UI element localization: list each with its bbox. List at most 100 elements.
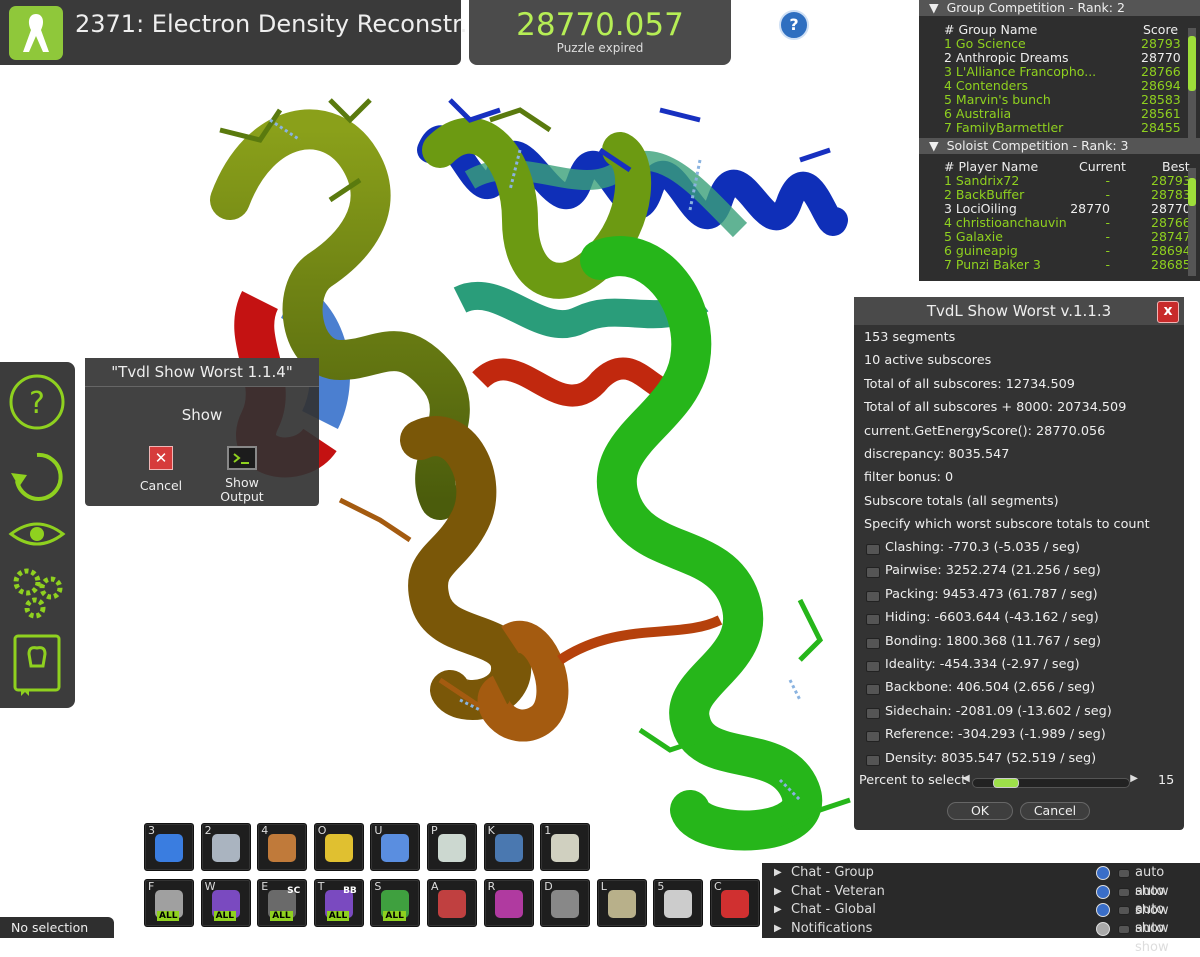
player-row[interactable]: 4 christioanchauvin - 28766 <box>919 216 1200 230</box>
tool-button-move[interactable]: 3 <box>144 823 194 871</box>
score-value: 28770.057 <box>516 7 684 43</box>
close-button[interactable]: x <box>1157 301 1179 323</box>
script-run-dialog: "Tvdl Show Worst 1.1.4" Show ✕ Cancel Sh… <box>85 358 319 506</box>
group-row[interactable]: 4 Contenders 28694 <box>919 79 1200 93</box>
tool-button-crop[interactable]: U <box>370 823 421 871</box>
tool-button-helmet[interactable]: O <box>313 823 364 871</box>
info-icon[interactable] <box>1096 903 1110 918</box>
chat-channel-row[interactable]: ▶ Chat - Global auto show <box>762 900 1200 936</box>
tools-icon <box>211 834 240 862</box>
tool-button-remove-band[interactable]: R <box>483 879 534 927</box>
terminal-icon <box>227 446 257 470</box>
player-current: - <box>1105 173 1110 188</box>
subscore-checkbox[interactable] <box>866 684 880 696</box>
freeze-all-icon: ALL <box>155 890 183 921</box>
tool-button-shake-all[interactable]: S ALL <box>370 879 421 927</box>
ok-button[interactable]: OK <box>947 802 1013 820</box>
tool-button-wiggle-all[interactable]: W ALL <box>200 879 251 927</box>
group-competition-header[interactable]: ▼ Group Competition - Rank: 2 <box>919 0 1200 16</box>
group-score: 28766 <box>1141 64 1181 79</box>
crop-icon <box>381 834 410 862</box>
group-row[interactable]: 2 Anthropic Dreams 28770 <box>919 51 1200 65</box>
chat-channel-label: Chat - Veteran <box>791 883 885 899</box>
slider-left-arrow-icon[interactable]: ◀ <box>962 773 970 784</box>
player-row[interactable]: 7 Punzi Baker 3 - 28685 <box>919 258 1200 272</box>
player-row[interactable]: 3 LociOiling 28770 28770 <box>919 202 1200 216</box>
auto-show-checkbox[interactable] <box>1118 925 1130 935</box>
group-name: 7 FamilyBarmettler <box>944 120 1064 135</box>
tool-button-mutate[interactable]: 4 <box>257 823 308 871</box>
subscore-checkbox[interactable] <box>866 590 880 602</box>
info-icon[interactable] <box>1096 884 1110 899</box>
help-circle-icon[interactable]: ? <box>7 372 67 432</box>
subscore-label: Backbone: 406.504 (2.656 / seg) <box>885 680 1096 696</box>
help-icon[interactable]: ? <box>779 10 809 40</box>
group-row[interactable]: 5 Marvin's bunch 28583 <box>919 93 1200 107</box>
subscore-checkbox[interactable] <box>866 544 880 555</box>
subscore-checkbox[interactable] <box>866 614 880 626</box>
info-icon[interactable] <box>1096 866 1110 880</box>
tool-button-rebuild[interactable]: A <box>427 879 477 927</box>
group-score: 28793 <box>1141 36 1181 51</box>
all-badge: ALL <box>383 911 406 921</box>
subscore-checkbox[interactable] <box>866 567 880 579</box>
auto-show-checkbox[interactable] <box>1118 887 1130 897</box>
cancel-dialog-button[interactable]: Cancel <box>1020 802 1090 820</box>
subscore-label: Ideality: -454.334 (-2.97 / seg) <box>885 657 1080 672</box>
player-row[interactable]: 5 Galaxie - 28747 <box>919 230 1200 244</box>
slider-knob[interactable] <box>993 778 1020 788</box>
bell-icon[interactable] <box>1096 922 1110 937</box>
tool-button-notepad[interactable]: 1 <box>540 823 591 871</box>
ribbon-icon[interactable] <box>9 6 63 60</box>
hotkey-label: A <box>431 880 439 893</box>
group-row[interactable]: 1 Go Science 28793 <box>919 37 1200 51</box>
subscore-checkbox[interactable] <box>866 707 880 719</box>
settings-gears-icon[interactable] <box>7 562 67 622</box>
tool-button-globe[interactable]: K <box>483 823 534 871</box>
hotkey-label: C <box>714 880 722 893</box>
info-line: filter bonus: 0 <box>864 470 954 486</box>
cookbook-icon[interactable] <box>7 632 67 696</box>
chat-panel: ▶ Chat - Group auto show ▶ Chat - Veteran aut… <box>762 863 1200 955</box>
slider-right-arrow-icon[interactable]: ▶ <box>1130 773 1138 784</box>
subscore-label: Pairwise: 3252.274 (21.256 / seg) <box>885 563 1101 579</box>
show-output-button[interactable]: Show Output <box>216 446 268 504</box>
group-row[interactable]: 6 Australia 28561 <box>919 107 1200 121</box>
subscore-checkbox[interactable] <box>866 637 880 649</box>
view-eye-icon[interactable] <box>7 512 67 556</box>
group-scrollbar[interactable] <box>1188 28 1196 138</box>
player-current: - <box>1105 229 1110 244</box>
tool-button-density[interactable]: L <box>596 879 647 927</box>
player-best: 28685 <box>1151 257 1191 272</box>
tool-button-lighthouse[interactable]: 5 <box>653 879 704 927</box>
group-row[interactable]: 7 FamilyBarmettler 28455 <box>919 121 1200 135</box>
chat-channel-row[interactable]: ▶ Notifications auto show <box>762 919 1200 955</box>
chat-channel-row[interactable]: ▶ Chat - Group auto show <box>762 863 1200 899</box>
player-row[interactable]: 1 Sandrix72 - 28793 <box>919 174 1200 188</box>
tool-button-wiggle-bb[interactable]: T BB ALL <box>313 879 364 927</box>
chat-channel-row[interactable]: ▶ Chat - Veteran auto show <box>762 882 1200 918</box>
subscore-checkbox[interactable] <box>866 661 880 672</box>
percent-slider[interactable]: ◀ ▶ <box>962 773 1138 788</box>
subscore-checkbox[interactable] <box>866 754 880 766</box>
group-name: 2 Anthropic Dreams <box>944 50 1069 65</box>
player-current: - <box>1105 243 1110 258</box>
tool-button-tools[interactable]: 2 <box>200 823 251 871</box>
tool-button-freeze-all[interactable]: F ALL <box>144 879 194 927</box>
tool-button-microphone[interactable]: D <box>540 879 591 927</box>
cancel-button[interactable]: ✕ Cancel <box>137 446 185 493</box>
soloist-competition-header[interactable]: ▼ Soloist Competition - Rank: 3 <box>919 138 1200 154</box>
tool-button-scissors[interactable]: C <box>710 879 760 927</box>
player-row[interactable]: 2 BackBuffer - 28783 <box>919 188 1200 202</box>
player-best: 28694 <box>1151 243 1191 258</box>
subscore-checkbox[interactable] <box>866 731 880 743</box>
tool-button-shake-sc[interactable]: E SC ALL <box>257 879 308 927</box>
solo-scrollbar[interactable] <box>1188 168 1196 276</box>
group-row[interactable]: 3 L'Alliance Francopho... 28766 <box>919 65 1200 79</box>
player-row[interactable]: 6 guineapig - 28694 <box>919 244 1200 258</box>
show-worst-title: TvdL Show Worst v.1.1.3 <box>854 297 1184 325</box>
auto-show-checkbox[interactable] <box>1118 869 1130 878</box>
undo-icon[interactable] <box>7 447 67 507</box>
tool-button-map[interactable]: P <box>427 823 477 871</box>
auto-show-checkbox[interactable] <box>1118 906 1130 916</box>
